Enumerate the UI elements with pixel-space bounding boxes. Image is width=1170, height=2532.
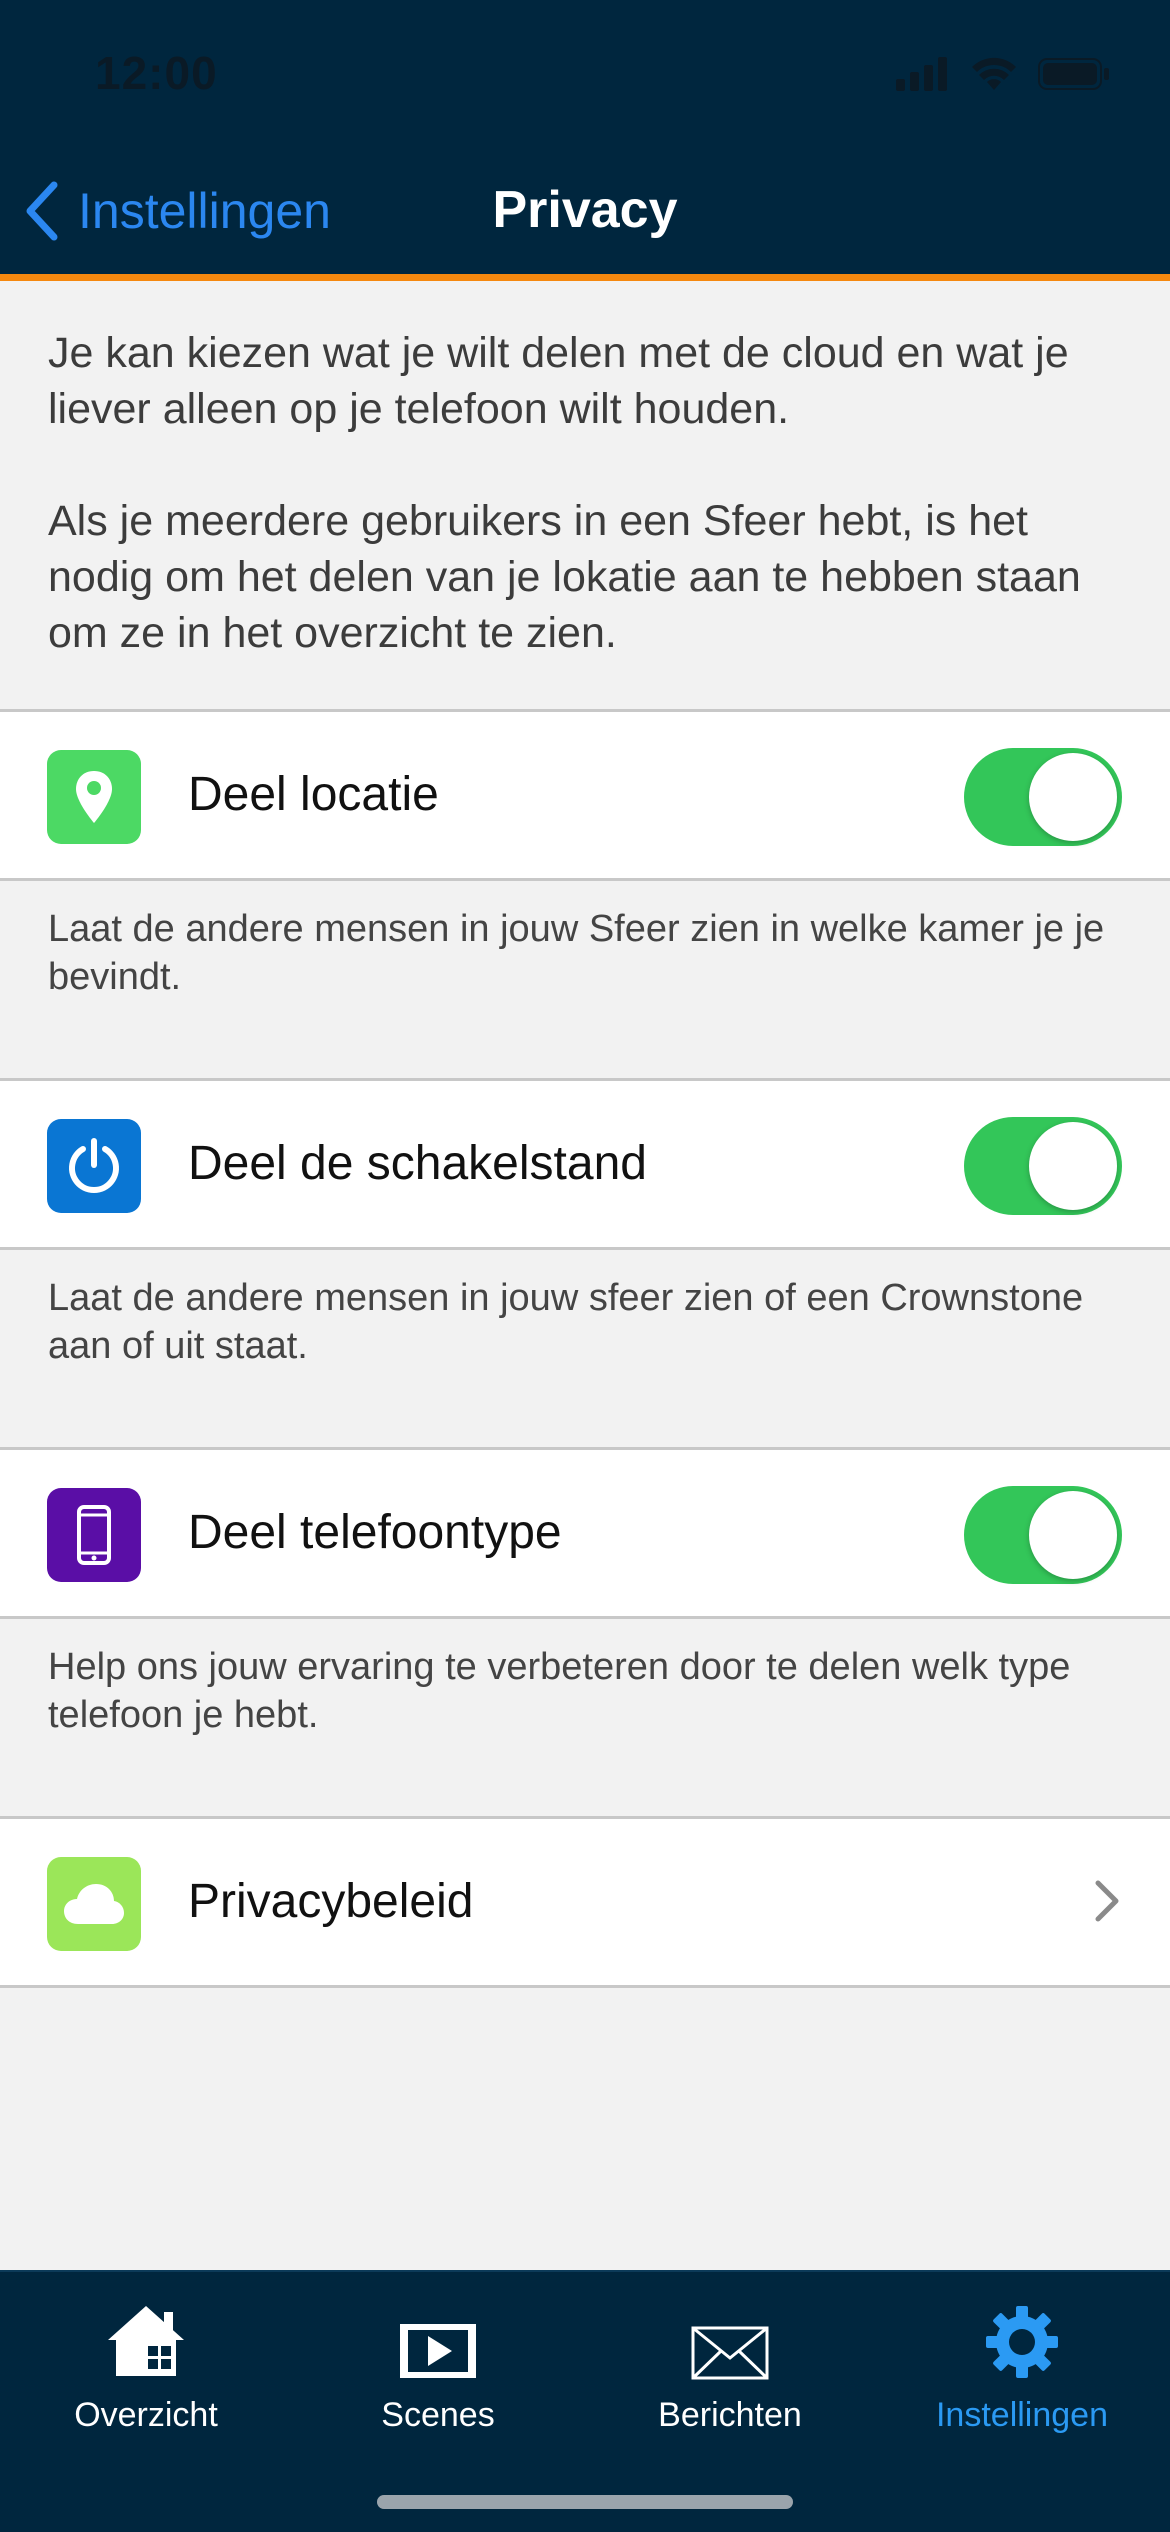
tab-scenes[interactable]: Scenes	[292, 2290, 584, 2490]
setting-label: Privacybeleid	[188, 1875, 474, 1928]
nav-bar: Instellingen Privacy	[0, 150, 1170, 274]
share-phone-type-description: Help ons jouw ervaring te verbeteren doo…	[48, 1646, 1071, 1736]
wifi-icon	[972, 57, 1016, 90]
tab-overview[interactable]: Overzicht	[0, 2290, 292, 2490]
intro-paragraph-2: Als je meerdere gebruikers in een Sfeer …	[48, 497, 1081, 657]
signal-icon	[896, 57, 947, 91]
toggle-knob	[1029, 1122, 1117, 1210]
tab-messages[interactable]: Berichten	[584, 2290, 876, 2490]
share-location-toggle[interactable]	[964, 748, 1122, 846]
setting-row-privacy-policy[interactable]: Privacybeleid	[0, 1816, 1170, 1988]
home-icon	[108, 2306, 184, 2376]
envelope-icon	[691, 2326, 769, 2380]
chevron-right-icon	[1095, 1880, 1119, 1922]
status-bar: 12:00	[0, 0, 1170, 150]
toggle-knob	[1029, 1491, 1117, 1579]
status-icons	[896, 56, 1110, 92]
setting-label: Deel de schakelstand	[188, 1137, 647, 1190]
setting-label: Deel telefoontype	[188, 1506, 562, 1559]
share-switch-state-toggle[interactable]	[964, 1117, 1122, 1215]
scenes-icon	[400, 2324, 476, 2378]
phone-icon	[47, 1488, 141, 1582]
setting-row-share-location[interactable]: Deel locatie	[0, 709, 1170, 881]
battery-icon	[1038, 58, 1109, 90]
tab-label: Scenes	[381, 2396, 495, 2434]
home-indicator[interactable]	[377, 2495, 793, 2509]
setting-label: Deel locatie	[188, 768, 439, 821]
tab-label: Overzicht	[74, 2396, 218, 2434]
location-pin-icon	[47, 750, 141, 844]
setting-row-share-switch-state[interactable]: Deel de schakelstand	[0, 1078, 1170, 1250]
toggle-knob	[1029, 753, 1117, 841]
status-time: 12:00	[95, 47, 218, 99]
gear-icon	[986, 2306, 1058, 2378]
tab-bar: Overzicht Scenes Berichten Instellingen	[0, 2270, 1170, 2532]
share-phone-type-toggle[interactable]	[964, 1486, 1122, 1584]
tab-settings[interactable]: Instellingen	[876, 2290, 1168, 2490]
page-title: Privacy	[492, 181, 678, 239]
header: 12:00 Instellingen Privacy	[0, 0, 1170, 274]
header-accent-line	[0, 274, 1170, 281]
intro-text: Je kan kiezen wat je wilt delen met de c…	[48, 325, 1128, 661]
tab-label: Berichten	[658, 2396, 802, 2434]
share-location-description: Laat de andere mensen in jouw Sfeer zien…	[48, 908, 1105, 998]
tab-label: Instellingen	[935, 2396, 1108, 2434]
cloud-icon	[47, 1857, 141, 1951]
intro-paragraph-1: Je kan kiezen wat je wilt delen met de c…	[48, 329, 1069, 433]
power-icon	[47, 1119, 141, 1213]
share-switch-state-description: Laat de andere mensen in jouw sfeer zien…	[48, 1277, 1084, 1367]
setting-row-share-phone-type[interactable]: Deel telefoontype	[0, 1447, 1170, 1619]
